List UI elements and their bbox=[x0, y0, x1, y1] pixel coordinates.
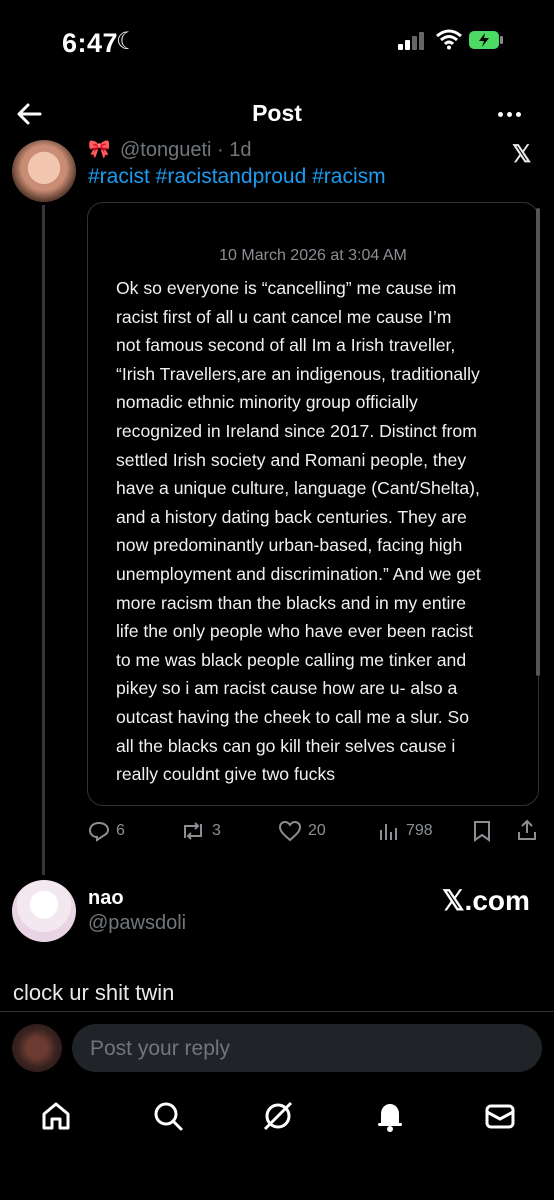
like-count: 20 bbox=[308, 822, 326, 839]
note-date: 10 March 2026 at 3:04 AM bbox=[219, 247, 407, 264]
reply-button[interactable]: 6 bbox=[88, 820, 125, 842]
heart-icon bbox=[278, 820, 302, 842]
search-icon[interactable] bbox=[150, 1098, 186, 1134]
page-title: Post bbox=[252, 100, 302, 126]
bookmark-icon[interactable] bbox=[472, 820, 492, 842]
home-icon[interactable] bbox=[38, 1098, 74, 1134]
note-text: Ok so everyone is “cancelling” me cause … bbox=[116, 278, 481, 785]
moon-icon: ☾ bbox=[116, 28, 138, 55]
more-options-icon[interactable] bbox=[498, 104, 525, 122]
repost-button[interactable]: 3 bbox=[180, 820, 221, 842]
thread-connector-line bbox=[42, 205, 45, 875]
reply-input-placeholder[interactable]: Post your reply bbox=[90, 1037, 230, 1061]
wifi-icon bbox=[436, 29, 462, 50]
grok-icon[interactable] bbox=[260, 1098, 296, 1134]
current-user-avatar[interactable] bbox=[12, 1024, 62, 1072]
status-time: 6:47 bbox=[62, 28, 119, 58]
share-icon[interactable] bbox=[516, 819, 538, 841]
views-button[interactable]: 798 bbox=[378, 820, 433, 842]
reply-author-handle[interactable]: @pawsdoli bbox=[88, 912, 186, 935]
messages-icon[interactable] bbox=[482, 1098, 518, 1134]
x-com-watermark: 𝕏.com bbox=[442, 885, 530, 916]
reply-author-avatar[interactable] bbox=[12, 880, 76, 942]
reply-count: 6 bbox=[116, 822, 125, 839]
repost-icon bbox=[184, 822, 202, 840]
reply-icon bbox=[88, 821, 110, 842]
x-logo-icon: 𝕏 bbox=[512, 141, 532, 168]
divider bbox=[0, 1011, 554, 1012]
cellular-signal-icon bbox=[398, 32, 424, 50]
repost-count: 3 bbox=[212, 822, 221, 839]
reply-author-name[interactable]: nao bbox=[88, 887, 124, 910]
bow-emoji-icon: 🎀 bbox=[88, 139, 111, 159]
views-count: 798 bbox=[406, 822, 433, 839]
notifications-bell-icon[interactable] bbox=[372, 1098, 408, 1134]
like-button[interactable]: 20 bbox=[278, 820, 326, 842]
post-hashtags[interactable]: #racist #racistandproud #racism bbox=[88, 165, 386, 189]
author-handle[interactable]: @tongueti · 1d bbox=[120, 139, 252, 162]
quote-scrollbar[interactable] bbox=[536, 208, 540, 676]
battery-icon bbox=[469, 31, 503, 49]
reply-text: clock ur shit twin bbox=[13, 980, 175, 1005]
author-avatar[interactable] bbox=[12, 140, 76, 202]
views-chart-icon bbox=[380, 824, 397, 840]
